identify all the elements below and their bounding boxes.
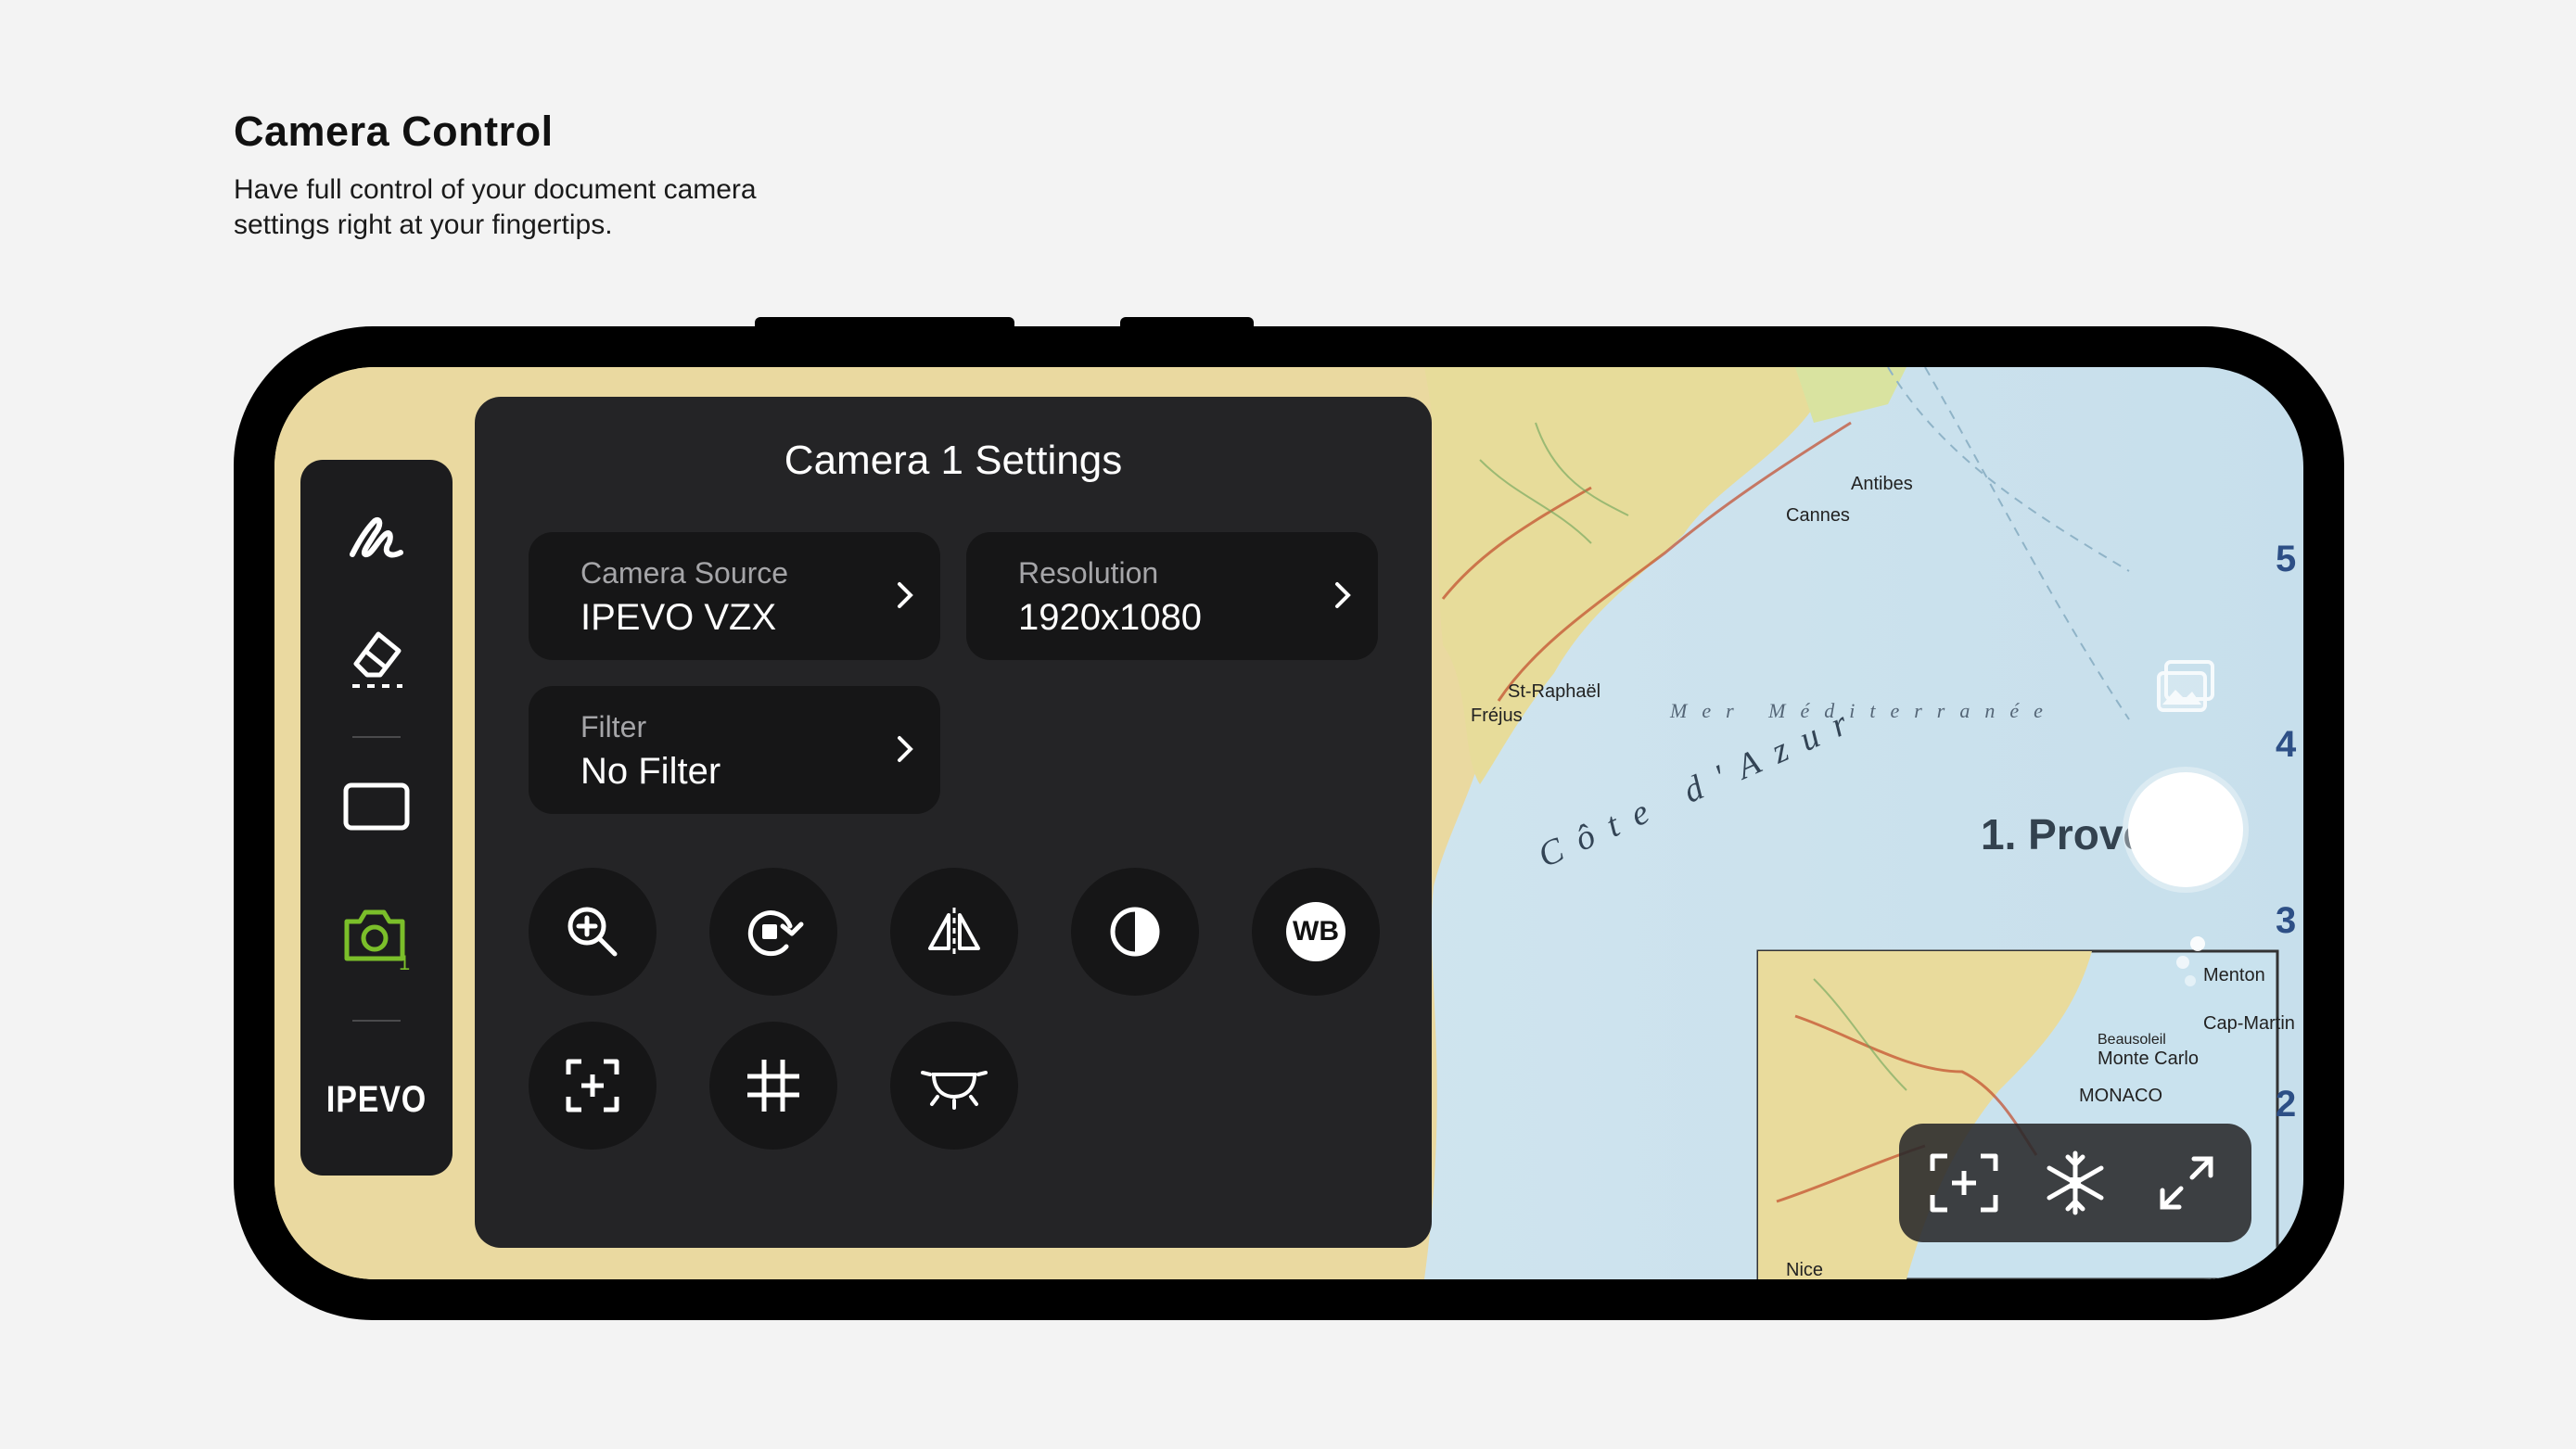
map-grid-number: 3 xyxy=(2276,900,2296,941)
phone-frame: Mer Méditerranée Côte d'Azur 1. Proven S… xyxy=(234,326,2344,1320)
grid-icon xyxy=(747,1060,799,1112)
toolbar-divider xyxy=(352,736,401,738)
chevron-right-icon xyxy=(898,736,913,762)
rotate-icon xyxy=(747,910,804,957)
camera-icon: 1 xyxy=(344,909,410,970)
rectangle-view-button[interactable] xyxy=(330,760,423,853)
mirror-icon xyxy=(928,908,980,956)
left-toolbar: 1 IPEVO xyxy=(300,460,453,1176)
resolution-selector[interactable]: Resolution 1920x1080 xyxy=(966,532,1378,660)
white-balance-button[interactable]: WB xyxy=(1252,868,1380,996)
eraser-tool-button[interactable] xyxy=(330,614,423,706)
more-options-icon[interactable] xyxy=(2172,934,2209,990)
toolbar-divider xyxy=(352,1020,401,1022)
map-place-label: Fréjus xyxy=(1471,705,1523,726)
map-place-label: Antibes xyxy=(1851,474,1913,494)
pen-tool-button[interactable] xyxy=(330,495,423,588)
camera-1-button[interactable]: 1 xyxy=(330,892,423,985)
fullscreen-button[interactable] xyxy=(2140,1137,2233,1229)
bottom-control-bar xyxy=(1899,1124,2251,1242)
resolution-label: Resolution xyxy=(1018,556,1159,590)
filter-label: Filter xyxy=(580,710,647,744)
resolution-value: 1920x1080 xyxy=(1018,597,1202,638)
map-coast-label: Côte d'Azur xyxy=(1533,697,1869,875)
grid-button[interactable] xyxy=(709,1022,837,1150)
camera-source-label: Camera Source xyxy=(580,556,789,590)
zoom-in-icon xyxy=(567,907,618,957)
rotate-button[interactable] xyxy=(709,868,837,996)
camera-preview: Mer Méditerranée Côte d'Azur 1. Proven S… xyxy=(274,367,2303,1279)
chevron-right-icon xyxy=(1335,582,1351,608)
freeze-button[interactable] xyxy=(2029,1137,2122,1229)
map-grid-number: 4 xyxy=(2276,724,2297,765)
map-place-label: Monte Carlo xyxy=(2098,1049,2199,1069)
panel-title: Camera 1 Settings xyxy=(784,438,1123,483)
rectangle-icon xyxy=(343,782,410,831)
map-place-label: Nice xyxy=(1786,1260,1823,1279)
focus-frame-icon xyxy=(1930,1153,1998,1213)
capture-button[interactable] xyxy=(2128,772,2243,887)
ipevo-logo: IPEVO xyxy=(325,1079,427,1120)
pen-icon xyxy=(350,517,403,558)
mirror-button[interactable] xyxy=(890,868,1018,996)
map-place-label: Cap-Martin xyxy=(2203,1013,2295,1034)
focus-frame-icon xyxy=(566,1059,619,1112)
map-place-label: Beausoleil xyxy=(2098,1032,2166,1048)
gallery-icon[interactable] xyxy=(2157,660,2216,714)
chevron-right-icon xyxy=(898,582,913,608)
camera-settings-panel: Camera 1 Settings Camera Source IPEVO VZ… xyxy=(475,397,1432,1248)
map-grid-number: 2 xyxy=(2276,1084,2296,1125)
map-place-label: Cannes xyxy=(1786,505,1850,526)
focus-button[interactable] xyxy=(1918,1137,2010,1229)
filter-value: No Filter xyxy=(580,751,721,792)
zoom-in-button[interactable] xyxy=(529,868,657,996)
svg-text:1: 1 xyxy=(399,951,410,970)
map-place-label: Menton xyxy=(2203,965,2265,985)
filter-selector[interactable]: Filter No Filter xyxy=(529,686,940,814)
page-title: Camera Control xyxy=(234,108,554,155)
expand-icon xyxy=(2160,1156,2213,1210)
map-place-label: MONACO xyxy=(2079,1086,2162,1106)
map-grid-number: 5 xyxy=(2276,539,2296,579)
eraser-icon xyxy=(352,631,402,688)
light-icon xyxy=(921,1071,988,1110)
contrast-icon xyxy=(1110,907,1160,957)
exposure-light-button[interactable] xyxy=(890,1022,1018,1150)
focus-area-button[interactable] xyxy=(529,1022,657,1150)
white-balance-label: WB xyxy=(1286,902,1345,961)
page-subtitle: Have full control of your document camer… xyxy=(234,174,757,240)
map-place-label: St-Raphaël xyxy=(1508,681,1600,702)
camera-source-selector[interactable]: Camera Source IPEVO VZX xyxy=(529,532,940,660)
camera-source-value: IPEVO VZX xyxy=(580,597,777,638)
contrast-button[interactable] xyxy=(1071,868,1199,996)
freeze-icon xyxy=(2047,1150,2104,1215)
map-sea-label: Mer Méditerranée xyxy=(1669,699,2058,722)
